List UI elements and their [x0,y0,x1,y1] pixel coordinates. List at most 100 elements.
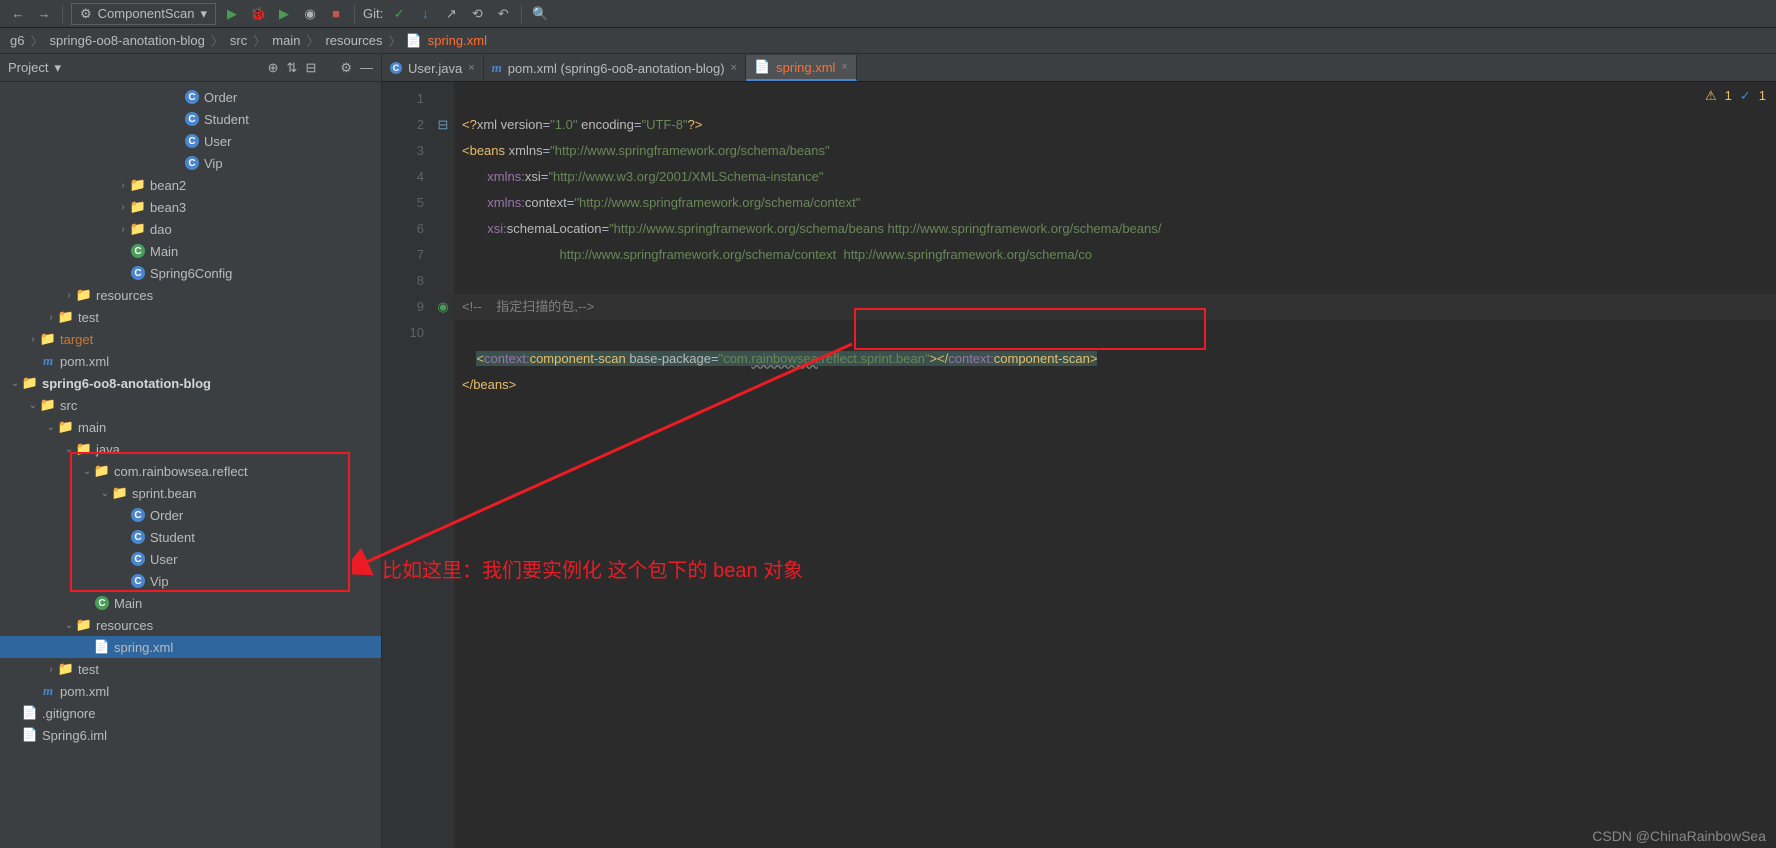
tree-row[interactable]: ›📁test [0,306,381,328]
tree-row[interactable]: C Vip [0,570,381,592]
tree-row[interactable]: ›📁bean3 [0,196,381,218]
chevron-down-icon[interactable]: ▾ [54,60,61,76]
class-icon: C [130,573,146,589]
close-icon[interactable]: × [731,62,737,74]
forward-icon[interactable]: → [34,4,54,24]
tree-label: User [150,552,177,567]
tree-row[interactable]: CMain [0,592,381,614]
git-update-icon[interactable]: ✓ [389,4,409,24]
git-history-icon[interactable]: ⟲ [467,4,487,24]
tree-label: com.rainbowsea.reflect [114,464,248,479]
class-icon: C [130,551,146,567]
tree-row[interactable]: CSpring6Config [0,262,381,284]
config-icon: ⚙ [80,6,92,22]
tree-label: pom.xml [60,684,109,699]
tree-row[interactable]: CStudent [0,108,381,130]
bc-4[interactable]: resources [323,33,384,48]
tree-row[interactable]: ⌄📁com.rainbowsea.reflect [0,460,381,482]
tree-label: resources [96,618,153,633]
tree-row[interactable]: ›📁resources [0,284,381,306]
inspection-indicator[interactable]: ⚠ 1 ✓ 1 [1705,88,1766,104]
close-icon[interactable]: × [841,61,847,73]
tree-label: resources [96,288,153,303]
xml-icon: 📄 [94,639,110,655]
back-icon[interactable]: ← [8,4,28,24]
tree-row[interactable]: ›📁bean2 [0,174,381,196]
tree-label: Vip [150,574,169,589]
code-editor[interactable]: <?xml version="1.0" encoding="UTF-8"?> <… [454,82,1776,848]
tree-label: bean2 [150,178,186,193]
folder-icon: 📁 [58,419,74,435]
run-icon[interactable]: ▶ [222,4,242,24]
tree-label: Spring6Config [150,266,232,281]
class-icon: C [390,62,402,74]
folder-icon: 📁 [58,309,74,325]
search-icon[interactable]: 🔍 [530,4,550,24]
tree-row[interactable]: CVip [0,152,381,174]
coverage-icon[interactable]: ▶ [274,4,294,24]
run-config-combo[interactable]: ⚙ ComponentScan ▾ [71,3,216,25]
tree-row[interactable]: 📄Spring6.iml [0,724,381,746]
profile-icon[interactable]: ◉ [300,4,320,24]
tree-row[interactable]: ›📁dao [0,218,381,240]
class-icon: C [184,133,200,149]
bc-3[interactable]: main [270,33,302,48]
tree-row[interactable]: mpom.xml [0,680,381,702]
folder-icon: 📁 [94,463,110,479]
tree-row[interactable]: ⌄📁resources [0,614,381,636]
class-icon: C [130,507,146,523]
tree-row[interactable]: COrder [0,504,381,526]
debug-icon[interactable]: 🐞 [248,4,268,24]
file-icon: 📄 [22,727,38,743]
collapse-icon[interactable]: ⊟ [305,60,316,76]
hide-icon[interactable]: — [360,60,373,76]
tree-row[interactable]: ⌄📁src [0,394,381,416]
bc-2[interactable]: src [228,33,249,48]
tree-row[interactable]: 📄.gitignore [0,702,381,724]
stop-icon[interactable]: ■ [326,4,346,24]
editor-tab[interactable]: 📄spring.xml× [746,55,857,81]
tree-row[interactable]: 📄spring.xml [0,636,381,658]
folder-icon: 📁 [58,661,74,677]
project-tree[interactable]: COrderCStudentCUserCVip›📁bean2›📁bean3›📁d… [0,82,381,848]
gear-icon[interactable]: ⚙ [340,60,352,76]
tree-row[interactable]: ⌄📁sprint.bean [0,482,381,504]
tree-label: bean3 [150,200,186,215]
tree-row[interactable]: ⌄📁java [0,438,381,460]
git-commit-icon[interactable]: ↓ [415,4,435,24]
tree-row[interactable]: CUser [0,130,381,152]
tree-row[interactable]: CMain [0,240,381,262]
tree-row[interactable]: COrder [0,86,381,108]
expand-icon[interactable]: ⇅ [287,60,298,76]
locate-icon[interactable]: ⊕ [268,60,279,76]
folder-icon: 📁 [22,375,38,391]
class-icon: C [184,155,200,171]
gutter: 12345678910 [382,82,432,848]
tree-row[interactable]: ⌄📁main [0,416,381,438]
tree-row[interactable]: ›📁test [0,658,381,680]
bc-1[interactable]: spring6-oo8-anotation-blog [47,33,206,48]
git-label: Git: [363,6,383,21]
tree-row[interactable]: ⌄📁spring6-oo8-anotation-blog [0,372,381,394]
editor-tabs: CUser.java×mpom.xml (spring6-oo8-anotati… [382,54,1776,82]
tree-label: Main [150,244,178,259]
tree-row[interactable]: C User [0,548,381,570]
bc-5[interactable]: spring.xml [426,33,489,48]
project-sidebar: Project ▾ ⊕ ⇅ ⊟ ⚙ — COrderCStudentCUserC… [0,54,382,848]
git-push-icon[interactable]: ↗ [441,4,461,24]
project-title[interactable]: Project [8,60,48,75]
tree-label: Main [114,596,142,611]
main-toolbar: ← → ⚙ ComponentScan ▾ ▶ 🐞 ▶ ◉ ■ Git: ✓ ↓… [0,0,1776,28]
close-icon[interactable]: × [468,62,474,74]
bc-0[interactable]: g6 [8,33,26,48]
folder-icon: 📁 [130,199,146,215]
tree-label: test [78,310,99,325]
git-rollback-icon[interactable]: ↶ [493,4,513,24]
tree-row[interactable]: CStudent [0,526,381,548]
pom-icon: m [40,353,56,369]
editor-tab[interactable]: CUser.java× [382,55,484,81]
tree-row[interactable]: mpom.xml [0,350,381,372]
tree-label: spring6-oo8-anotation-blog [42,376,211,391]
tree-row[interactable]: ›📁target [0,328,381,350]
editor-tab[interactable]: mpom.xml (spring6-oo8-anotation-blog)× [484,55,746,81]
